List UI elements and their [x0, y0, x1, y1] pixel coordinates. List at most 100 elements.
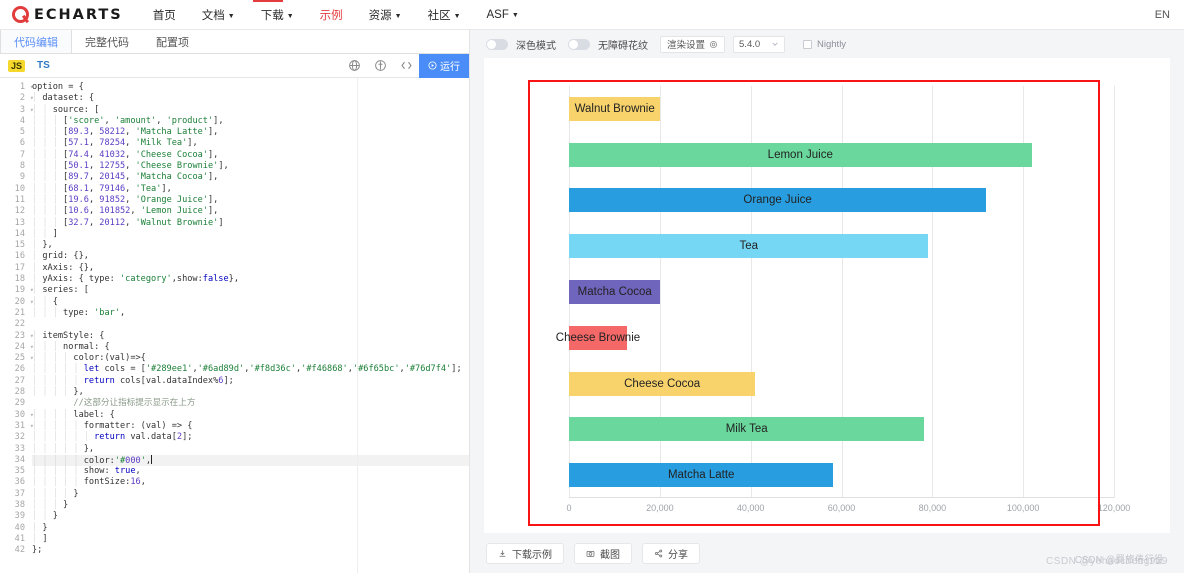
code-line[interactable]: │ │ │ │ color:(val)=>{: [32, 353, 469, 364]
language-switch[interactable]: EN: [1155, 9, 1170, 21]
code-line[interactable]: │ │ │ }: [32, 500, 469, 511]
x-axis-tick-label: 0: [566, 503, 572, 513]
nav-link-6[interactable]: ASF ▼: [487, 9, 519, 21]
umbrella-icon[interactable]: [374, 59, 387, 72]
accessibility-pattern-toggle[interactable]: [568, 38, 590, 50]
nav-link-2[interactable]: 下载 ▼: [261, 7, 294, 23]
run-button[interactable]: 运行: [419, 53, 469, 78]
x-axis-tick-label: 80,000: [918, 503, 947, 513]
x-axis-tick-label: 120,000: [1097, 503, 1131, 513]
globe-icon[interactable]: [348, 59, 361, 72]
bar[interactable]: Matcha Cocoa: [569, 280, 661, 304]
line-number: 29: [14, 398, 25, 409]
nav-link-3[interactable]: 示例: [320, 7, 343, 23]
code-line[interactable]: │ │ ]: [32, 229, 469, 240]
watermark: CSDN @yehaocheng929 CSDN @羁旅倦行役: [1046, 555, 1168, 567]
code-line[interactable]: │ │ }: [32, 511, 469, 522]
ts-badge[interactable]: TS: [37, 60, 50, 71]
code-line[interactable]: │ │ │ [32.7, 20112, 'Walnut Brownie']: [32, 218, 469, 229]
line-number: 33: [14, 443, 25, 454]
code-line[interactable]: │ │ │ ['score', 'amount', 'product'],: [32, 116, 469, 127]
line-number: 30 ▾: [14, 409, 34, 420]
code-line[interactable]: │ │ │ [68.1, 79146, 'Tea'],: [32, 184, 469, 195]
code-line[interactable]: │ │ │ │ │ return cols[val.dataIndex%6];: [32, 376, 469, 387]
code-line[interactable]: option = {: [32, 82, 469, 93]
code-line[interactable]: │ series: [: [32, 285, 469, 296]
code-line[interactable]: │ grid: {},: [32, 251, 469, 262]
code-line[interactable]: │ │ │ [74.4, 41032, 'Cheese Cocoa'],: [32, 150, 469, 161]
nav-link-0[interactable]: 首页: [153, 7, 176, 23]
nightly-checkbox-group[interactable]: Nightly: [803, 39, 846, 50]
code-line[interactable]: │ │ │ [50.1, 12755, 'Cheese Brownie'],: [32, 161, 469, 172]
code-line[interactable]: │ xAxis: {},: [32, 263, 469, 274]
code-line[interactable]: │ │ │ [57.1, 78254, 'Milk Tea'],: [32, 138, 469, 149]
code-line[interactable]: │ │ │ │ },: [32, 387, 469, 398]
code-line[interactable]: │ │ │ │ }: [32, 489, 469, 500]
code-lines[interactable]: option = {│ dataset: {│ │ source: [│ │ │…: [28, 78, 469, 573]
code-line[interactable]: │ dataset: {: [32, 93, 469, 104]
dark-mode-label: 深色模式: [516, 40, 556, 52]
play-circle-icon: [428, 61, 437, 70]
code-line[interactable]: │ │ │ │ │ show: true,: [32, 466, 469, 477]
code-line[interactable]: };: [32, 545, 469, 556]
code-line[interactable]: │ │ │ │ │ formatter: (val) => {: [32, 421, 469, 432]
code-line[interactable]: │ │ source: [: [32, 105, 469, 116]
nav-link-4[interactable]: 资源 ▼: [369, 7, 402, 23]
editor-tab-1[interactable]: 完整代码: [72, 30, 143, 53]
code-editor[interactable]: 1 ▾ 2 ▾ 3 ▾ 4 5 6 7 8 9 10 11 12 13 14 15 16 17 18 19 ▾ 20 ▾ 21 22…: [0, 78, 469, 573]
code-line[interactable]: │ yAxis: { type: 'category',show:false},: [32, 274, 469, 285]
line-number: 5: [19, 127, 25, 138]
editor-tab-2[interactable]: 配置项: [143, 30, 203, 53]
code-line[interactable]: │ │ │ normal: {: [32, 342, 469, 353]
code-line[interactable]: │ │ │ [89.3, 58212, 'Matcha Latte'],: [32, 127, 469, 138]
code-line[interactable]: │ │ │ │ │ │ return val.data[2];: [32, 432, 469, 443]
line-number: 8: [19, 161, 25, 172]
bar[interactable]: Cheese Brownie: [556, 325, 640, 350]
code-line[interactable]: │ }: [32, 523, 469, 534]
bar[interactable]: Walnut Brownie: [569, 96, 661, 121]
line-number: 41: [14, 533, 25, 544]
js-badge[interactable]: JS: [8, 59, 26, 72]
x-gridline: [1114, 86, 1115, 498]
bar[interactable]: Cheese Cocoa: [569, 371, 756, 396]
code-line[interactable]: │ │ {: [32, 297, 469, 308]
echarts-logo[interactable]: ECHARTS: [12, 6, 123, 23]
code-line[interactable]: │ │ │ │ │ color:'#000',: [32, 454, 469, 467]
nav-link-1[interactable]: 文档 ▼: [202, 7, 235, 23]
code-line[interactable]: │ │ │ [89.7, 20145, 'Matcha Cocoa'],: [32, 172, 469, 183]
x-axis-tick-label: 40,000: [736, 503, 765, 513]
code-line[interactable]: │ │ │ │ label: {: [32, 410, 469, 421]
code-line[interactable]: │ │ │ │ │ },: [32, 444, 469, 455]
code-line[interactable]: │ │ │ │ │ fontSize:16,: [32, 477, 469, 488]
code-line[interactable]: │ │ │ [10.6, 101852, 'Lemon Juice'],: [32, 206, 469, 217]
code-line[interactable]: [32, 319, 469, 330]
code-brackets-icon[interactable]: [400, 59, 413, 72]
editor-tab-0[interactable]: 代码编辑: [0, 30, 72, 53]
bar[interactable]: Milk Tea: [569, 417, 925, 442]
nav-link-5[interactable]: 社区 ▼: [428, 7, 461, 23]
bar[interactable]: Matcha Latte: [569, 463, 834, 488]
screenshot-button[interactable]: 截图: [574, 542, 632, 564]
bar[interactable]: Orange Juice: [569, 188, 987, 213]
bar[interactable]: Lemon Juice: [569, 142, 1032, 167]
code-line[interactable]: │ },: [32, 240, 469, 251]
code-line[interactable]: │ │ │ type: 'bar',: [32, 308, 469, 319]
line-number: 14: [14, 228, 25, 239]
line-number: 11: [14, 194, 25, 205]
download-example-button[interactable]: 下载示例: [486, 542, 564, 564]
chart-card-zone: 0 20,000 40,000 60,000 80,000 100,000 120,000 W…: [470, 58, 1184, 533]
version-select[interactable]: 5.4.0: [733, 35, 786, 53]
code-line[interactable]: │ ]: [32, 534, 469, 545]
code-line[interactable]: │ itemStyle: {: [32, 331, 469, 342]
code-line[interactable]: │ │ │ [19.6, 91852, 'Orange Juice'],: [32, 195, 469, 206]
download-example-label: 下载示例: [512, 549, 552, 561]
screenshot-label: 截图: [600, 549, 620, 561]
code-line[interactable]: │ │ │ │ │ let cols = ['#289ee1','#6ad89d…: [32, 364, 469, 375]
nightly-checkbox[interactable]: [803, 39, 813, 49]
line-number: 27: [14, 375, 25, 386]
dark-mode-toggle[interactable]: [486, 38, 508, 50]
share-button[interactable]: 分享: [642, 542, 700, 564]
bar[interactable]: Tea: [569, 234, 929, 259]
code-line[interactable]: //这部分让指标提示显示在上方: [32, 398, 469, 409]
render-settings-button[interactable]: 渲染设置: [660, 35, 726, 53]
